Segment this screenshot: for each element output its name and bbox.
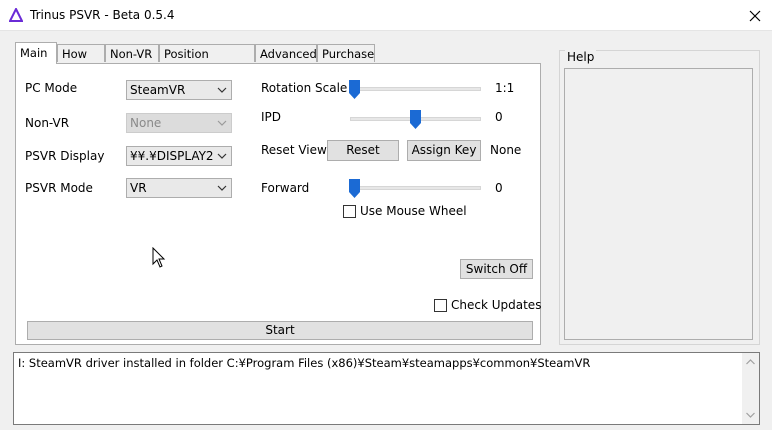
switch-off-button[interactable]: Switch Off — [460, 259, 533, 279]
psvr-mode-label: PSVR Mode — [25, 181, 93, 195]
forward-slider-track[interactable] — [350, 186, 481, 190]
assign-key-button[interactable]: Assign Key — [407, 140, 481, 161]
log-scrollbar[interactable] — [742, 353, 759, 424]
tab-how-to[interactable]: How to — [57, 44, 105, 79]
non-vr-value: None — [130, 116, 162, 130]
scroll-up-icon[interactable] — [746, 359, 755, 365]
psvr-display-label: PSVR Display — [25, 149, 105, 163]
ipd-value: 0 — [495, 110, 503, 124]
log-line: I: SteamVR driver installed in folder C:… — [18, 356, 591, 370]
help-text-area — [564, 68, 753, 340]
chevron-down-icon — [217, 185, 227, 191]
tab-advanced[interactable]: Advanced — [255, 44, 317, 62]
chevron-down-icon — [217, 120, 227, 126]
forward-value: 0 — [495, 181, 503, 195]
window-title: Trinus PSVR - Beta 0.5.4 — [30, 8, 175, 22]
tab-main[interactable]: Main — [15, 42, 57, 64]
forward-label: Forward — [261, 181, 310, 195]
close-icon — [749, 10, 761, 21]
non-vr-select[interactable]: None — [126, 113, 232, 133]
check-updates-label: Check Updates — [451, 298, 542, 312]
chevron-down-icon — [217, 87, 227, 93]
rotation-scale-slider-thumb[interactable] — [349, 80, 360, 99]
reset-view-button[interactable]: Reset — [327, 140, 399, 161]
reset-view-label: Reset View — [261, 143, 327, 157]
scroll-down-icon[interactable] — [746, 412, 755, 418]
use-mouse-wheel-checkbox[interactable] — [343, 205, 356, 218]
ipd-slider-thumb[interactable] — [410, 110, 421, 129]
non-vr-label: Non-VR — [25, 116, 70, 130]
tab-position-tracker[interactable]: Position Tracker — [159, 44, 255, 79]
rotation-scale-value: 1:1 — [495, 81, 515, 95]
trinus-logo-icon — [9, 8, 23, 22]
chevron-down-icon — [217, 153, 227, 159]
help-title: Help — [565, 50, 597, 64]
pc-mode-value: SteamVR — [130, 83, 186, 97]
check-updates-checkbox[interactable] — [434, 299, 447, 312]
ipd-label: IPD — [261, 110, 282, 124]
close-button[interactable] — [738, 0, 772, 31]
tab-purchase[interactable]: Purchase — [317, 44, 375, 62]
pc-mode-select[interactable]: SteamVR — [126, 80, 232, 100]
rotation-scale-label: Rotation Scale — [261, 81, 348, 95]
psvr-mode-select[interactable]: VR — [126, 178, 232, 198]
psvr-display-value: ¥¥.¥DISPLAY2 — [130, 149, 214, 163]
mouse-cursor-icon — [152, 247, 166, 268]
start-button[interactable]: Start — [27, 321, 533, 340]
forward-slider-thumb[interactable] — [349, 179, 360, 198]
reset-key-value: None — [490, 143, 522, 157]
tab-non-vr[interactable]: Non-VR — [105, 44, 159, 62]
pc-mode-label: PC Mode — [25, 81, 78, 95]
rotation-scale-slider-track[interactable] — [350, 87, 481, 91]
use-mouse-wheel-label: Use Mouse Wheel — [360, 204, 467, 218]
psvr-display-select[interactable]: ¥¥.¥DISPLAY2 — [126, 146, 232, 166]
psvr-mode-value: VR — [130, 181, 147, 195]
